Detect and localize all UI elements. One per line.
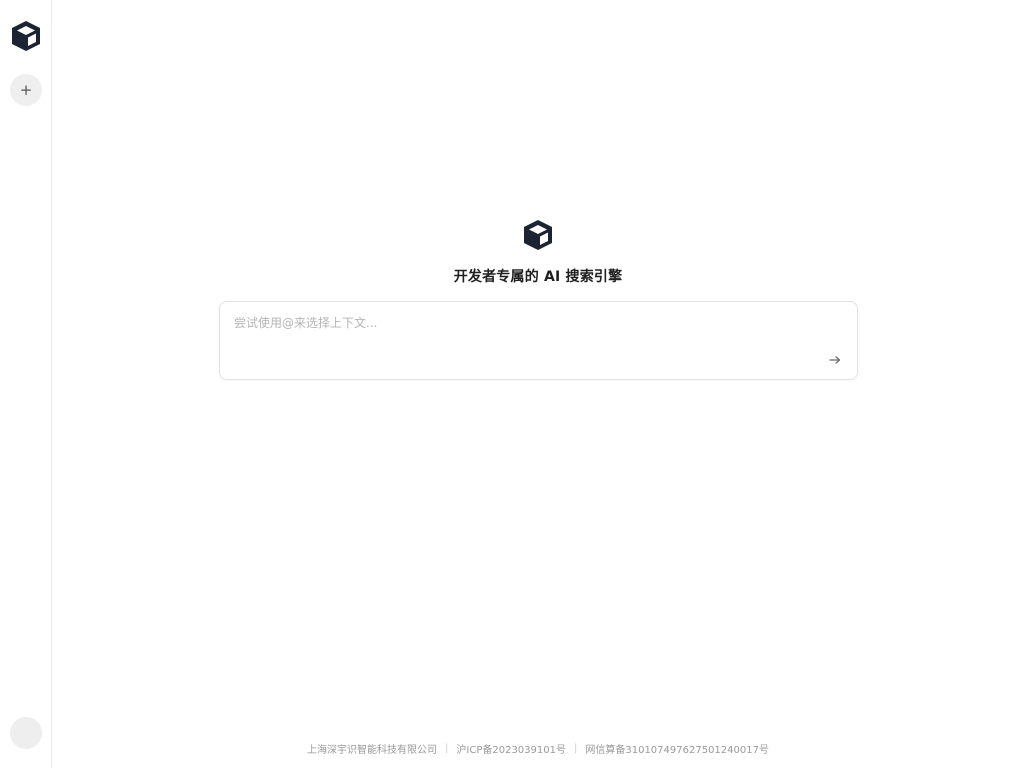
cube-logo-icon (12, 21, 40, 51)
plus-icon: + (19, 80, 33, 99)
main-content: 开发者专属的 AI 搜索引擎 上海深宇识智能科技有限公司 | 沪ICP备2023… (52, 0, 1024, 768)
app-root: + 开发者专属的 AI 搜索引擎 上海深宇识智能科技有限公司 | (0, 0, 1024, 768)
footer: 上海深宇识智能科技有限公司 | 沪ICP备2023039101号 | 网信算备3… (52, 741, 1024, 756)
cube-logo-icon (524, 220, 552, 250)
footer-company: 上海深宇识智能科技有限公司 (307, 745, 438, 756)
footer-icp-link[interactable]: 沪ICP备2023039101号 (456, 741, 566, 756)
footer-separator: | (445, 743, 449, 754)
sidebar-logo[interactable] (9, 19, 43, 53)
search-box (219, 301, 858, 380)
sidebar: + (0, 0, 52, 768)
page-title: 开发者专属的 AI 搜索引擎 (453, 269, 623, 285)
new-chat-button[interactable]: + (10, 74, 42, 106)
send-button[interactable] (827, 352, 843, 368)
footer-algorithm-record: 网信算备310107497627501240017号 (585, 745, 769, 756)
search-input[interactable] (234, 312, 814, 334)
arrow-right-icon (829, 356, 841, 364)
footer-separator: | (573, 743, 578, 754)
hero-logo (520, 217, 556, 253)
user-avatar[interactable] (10, 717, 42, 749)
